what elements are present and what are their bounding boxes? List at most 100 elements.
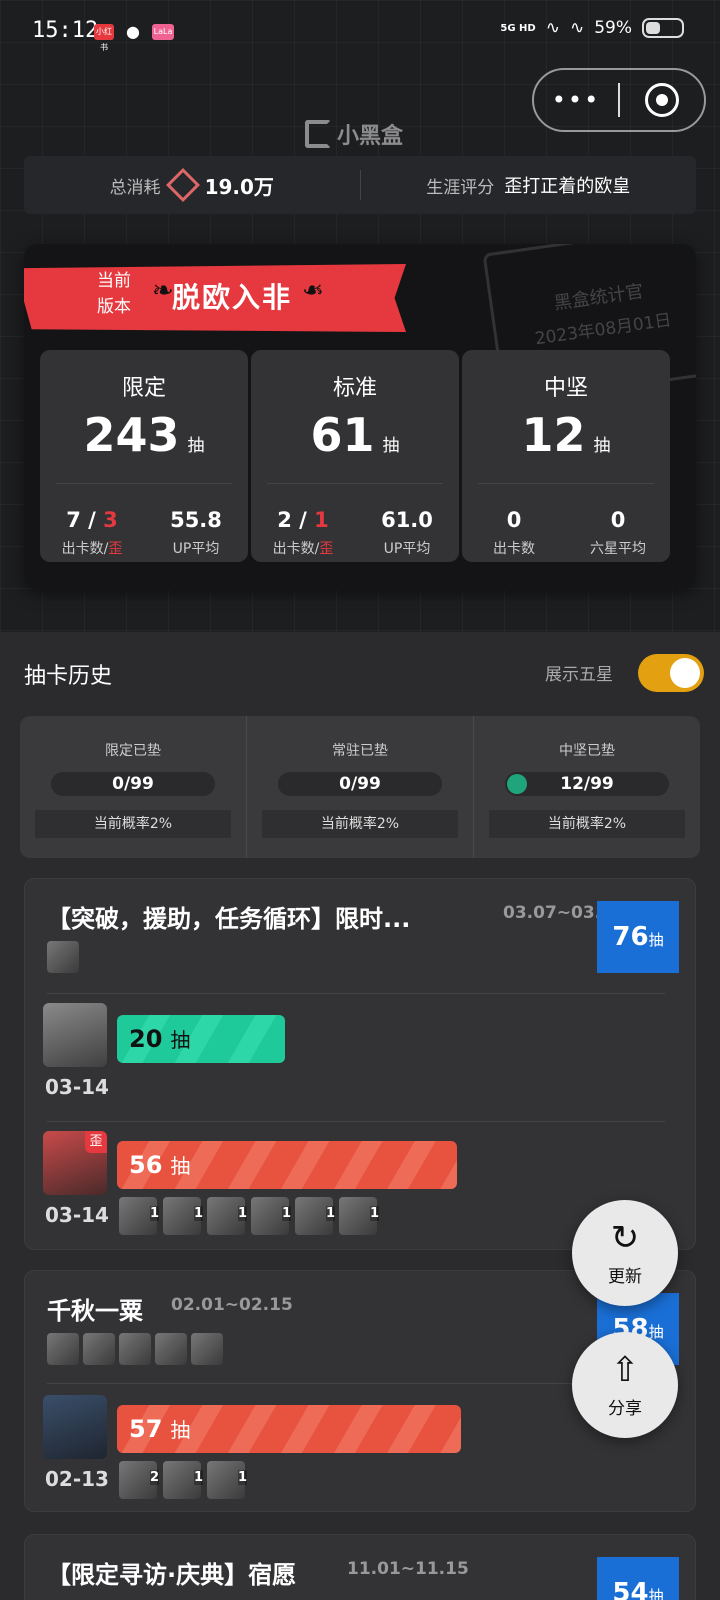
five-star-thumb: 2 [119, 1461, 159, 1499]
pool-total-unit: 抽 [648, 931, 664, 949]
stat-core: 中坚 12 抽 0 出卡数 0 六星平均 [462, 350, 670, 562]
pool-total-unit: 抽 [648, 1587, 664, 1600]
off-label: 歪 [108, 541, 123, 557]
app-name: 小黑盒 [337, 124, 404, 149]
operator-thumb [47, 941, 79, 973]
pool-card[interactable]: 【限定寻访·庆典】宿愿 11.01~11.15 54抽 [24, 1534, 696, 1600]
stat-unit: 抽 [593, 436, 611, 456]
spend-value: 19.0万 [204, 174, 274, 199]
stat-avg: 61.0 [381, 508, 433, 532]
pity-label: 限定已垫 [105, 743, 161, 759]
stat-title: 限定 [121, 376, 166, 401]
pool-total-value: 76 [612, 922, 649, 952]
operator-avatar: 歪 [43, 1131, 107, 1195]
status-time: 15:12 [32, 18, 99, 43]
pull-unit: 抽 [170, 1154, 191, 1178]
off-value: 1 [314, 508, 329, 532]
laurel-right-icon: ❧ [302, 276, 324, 306]
five-star-count: 1 [237, 1206, 247, 1221]
share-label: 分享 [608, 1399, 642, 1419]
share-button[interactable]: ⇧ 分享 [572, 1332, 678, 1438]
more-button[interactable]: ••• [534, 86, 618, 114]
stat-standard: 标准 61 抽 2 / 1 出卡数 /歪 61.0 UP平均 [251, 350, 459, 562]
pull-count: 57 [129, 1415, 163, 1443]
five-star-count: 2 [149, 1470, 159, 1485]
app-root: 15:12 小红书 ● LaLa 5G HD ∿ ∿ 59% ••• 小黑盒 总… [0, 0, 720, 1600]
five-star-thumb: 1 [163, 1197, 203, 1235]
stat-divider [478, 483, 654, 484]
battery-icon [642, 18, 684, 38]
operator-thumb [83, 1333, 115, 1365]
show-five-star-toggle[interactable] [638, 654, 704, 692]
pity-rate: 当前概率2% [35, 810, 231, 838]
pity-bar: 0/99 [51, 772, 215, 796]
pool-date: 02.01~02.15 [171, 1295, 293, 1315]
pool-total: 76抽 [597, 901, 679, 973]
toggle-label: 展示五星 [545, 665, 613, 685]
close-button[interactable] [620, 83, 704, 117]
operator-thumb [191, 1333, 223, 1365]
stat-count: 12 抽 [462, 410, 670, 471]
five-star-count: 1 [237, 1470, 247, 1485]
stat-divider [267, 483, 443, 484]
pool-title: 【突破，援助，任务循环】限时... [47, 905, 411, 933]
qq-icon: ● [126, 22, 140, 41]
five-star-count: 1 [281, 1206, 291, 1221]
divider [47, 993, 665, 994]
five-star-thumb: 1 [295, 1197, 335, 1235]
stat-title: 中坚 [543, 376, 588, 401]
stat-got: 0 [506, 508, 522, 532]
app-logo: 小黑盒 [305, 118, 403, 150]
rank-banner: 当前 版本 ❧ 脱欧入非 ❧ [24, 264, 406, 332]
got-label: 出卡数 [493, 541, 535, 557]
pity-panel: 限定已垫 0/99 当前概率2% 常驻已垫 0/99 当前概率2% 中坚已垫 1… [20, 716, 700, 858]
five-star-count: 1 [193, 1206, 203, 1221]
banner-sub: 当前 版本 [97, 271, 131, 317]
stat-unit: 抽 [187, 436, 205, 456]
pity-core: 中坚已垫 12/99 当前概率2% [473, 716, 700, 858]
operator-avatar [43, 1003, 107, 1067]
stat-title: 标准 [332, 376, 377, 401]
pity-label: 常驻已垫 [332, 743, 388, 759]
banner-title: 脱欧入非 [172, 281, 293, 314]
avg-label: UP平均 [383, 541, 431, 557]
pity-bar: 12/99 [505, 772, 669, 796]
pool-date: 11.01~11.15 [347, 1559, 469, 1579]
pull-date: 02-13 [45, 1467, 109, 1491]
xiaohongshu-icon: 小红书 [94, 24, 114, 52]
stat-count: 243 抽 [40, 410, 248, 471]
pool-total: 54抽 [597, 1557, 679, 1600]
operator-thumb [155, 1333, 187, 1365]
stat-count-value: 12 [521, 408, 586, 462]
status-bar: 15:12 小红书 ● LaLa 5G HD ∿ ∿ 59% [0, 0, 720, 62]
pity-standard: 常驻已垫 0/99 当前概率2% [246, 716, 473, 858]
stat-count: 61 抽 [251, 410, 459, 471]
refresh-button[interactable]: ↻ 更新 [572, 1200, 678, 1306]
status-right: 5G HD ∿ ∿ 59% [500, 18, 684, 38]
network-label: 5G HD [500, 22, 536, 34]
originium-icon [165, 168, 200, 202]
avg-label: 六星平均 [590, 541, 646, 557]
total-spend: 总消耗 19.0万 [24, 168, 360, 202]
pool-card[interactable]: 【突破，援助，任务循环】限时... 03.07~03.... 76抽 20 抽 0… [24, 878, 696, 1250]
off-banner-badge: 歪 [85, 1131, 107, 1153]
off-label: 歪 [319, 541, 334, 557]
five-star-thumb: 1 [119, 1197, 159, 1235]
divider [47, 1121, 665, 1122]
pull-date: 03-14 [45, 1203, 109, 1227]
stat-got: 7 / 3 [40, 508, 144, 532]
stat-divider [56, 483, 232, 484]
history-title: 抽卡历史 [24, 664, 113, 689]
wifi-icon-2: ∿ [569, 18, 585, 38]
avg-label: UP平均 [172, 541, 220, 557]
pull-bar: 57 抽 [117, 1405, 461, 1453]
operator-thumb [47, 1333, 79, 1365]
lala-icon: LaLa [152, 24, 174, 40]
stat-count-value: 243 [83, 408, 180, 462]
pull-unit: 抽 [170, 1028, 191, 1052]
heybox-logo-icon [305, 120, 331, 148]
five-star-count: 1 [149, 1206, 159, 1221]
stats-card: 黑盒统计官 2023年08月01日 当前 版本 ❧ 脱欧入非 ❧ 限定 243 抽… [24, 244, 696, 590]
stat-count-value: 61 [310, 408, 375, 462]
stat-got: 2 / 1 [251, 508, 355, 532]
